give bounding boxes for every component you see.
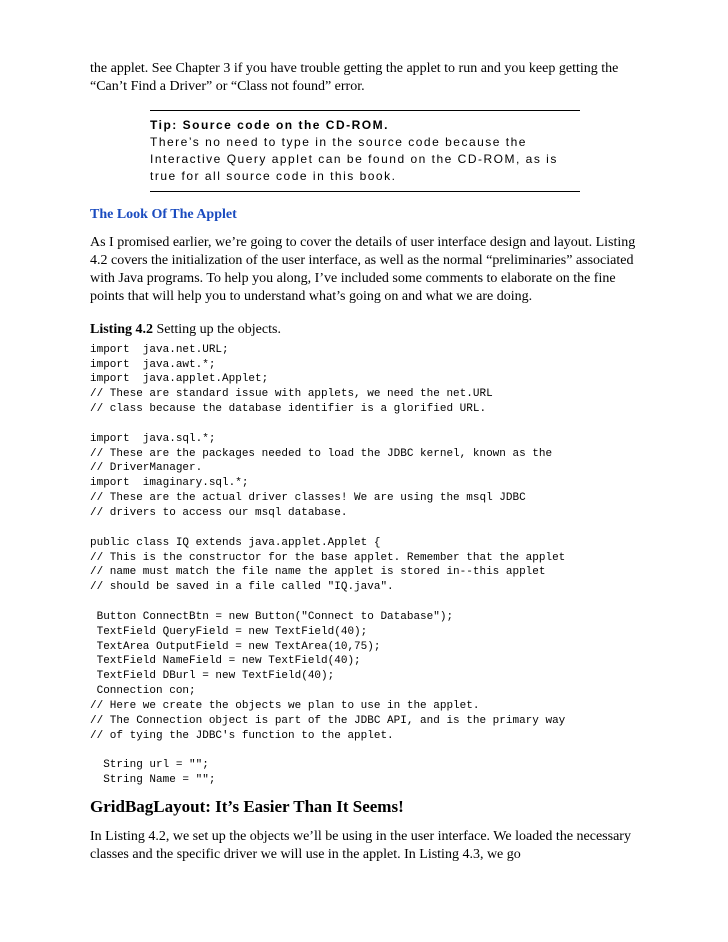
listing-label-bold: Listing 4.2	[90, 322, 153, 337]
tip-body: There’s no need to type in the source co…	[150, 134, 580, 184]
tip-title: Tip: Source code on the CD-ROM.	[150, 117, 580, 134]
tip-box: Tip: Source code on the CD-ROM. There’s …	[150, 110, 580, 191]
section-heading-look: The Look Of The Applet	[90, 206, 638, 224]
section-heading-gridbag: GridBagLayout: It’s Easier Than It Seems…	[90, 796, 638, 818]
listing-label-rest: Setting up the objects.	[153, 322, 281, 337]
code-listing: import java.net.URL; import java.awt.*; …	[90, 343, 638, 788]
intro-paragraph: the applet. See Chapter 3 if you have tr…	[90, 60, 638, 96]
section2-paragraph: In Listing 4.2, we set up the objects we…	[90, 828, 638, 864]
listing-label: Listing 4.2 Setting up the objects.	[90, 321, 638, 339]
section1-paragraph: As I promised earlier, we’re going to co…	[90, 234, 638, 307]
